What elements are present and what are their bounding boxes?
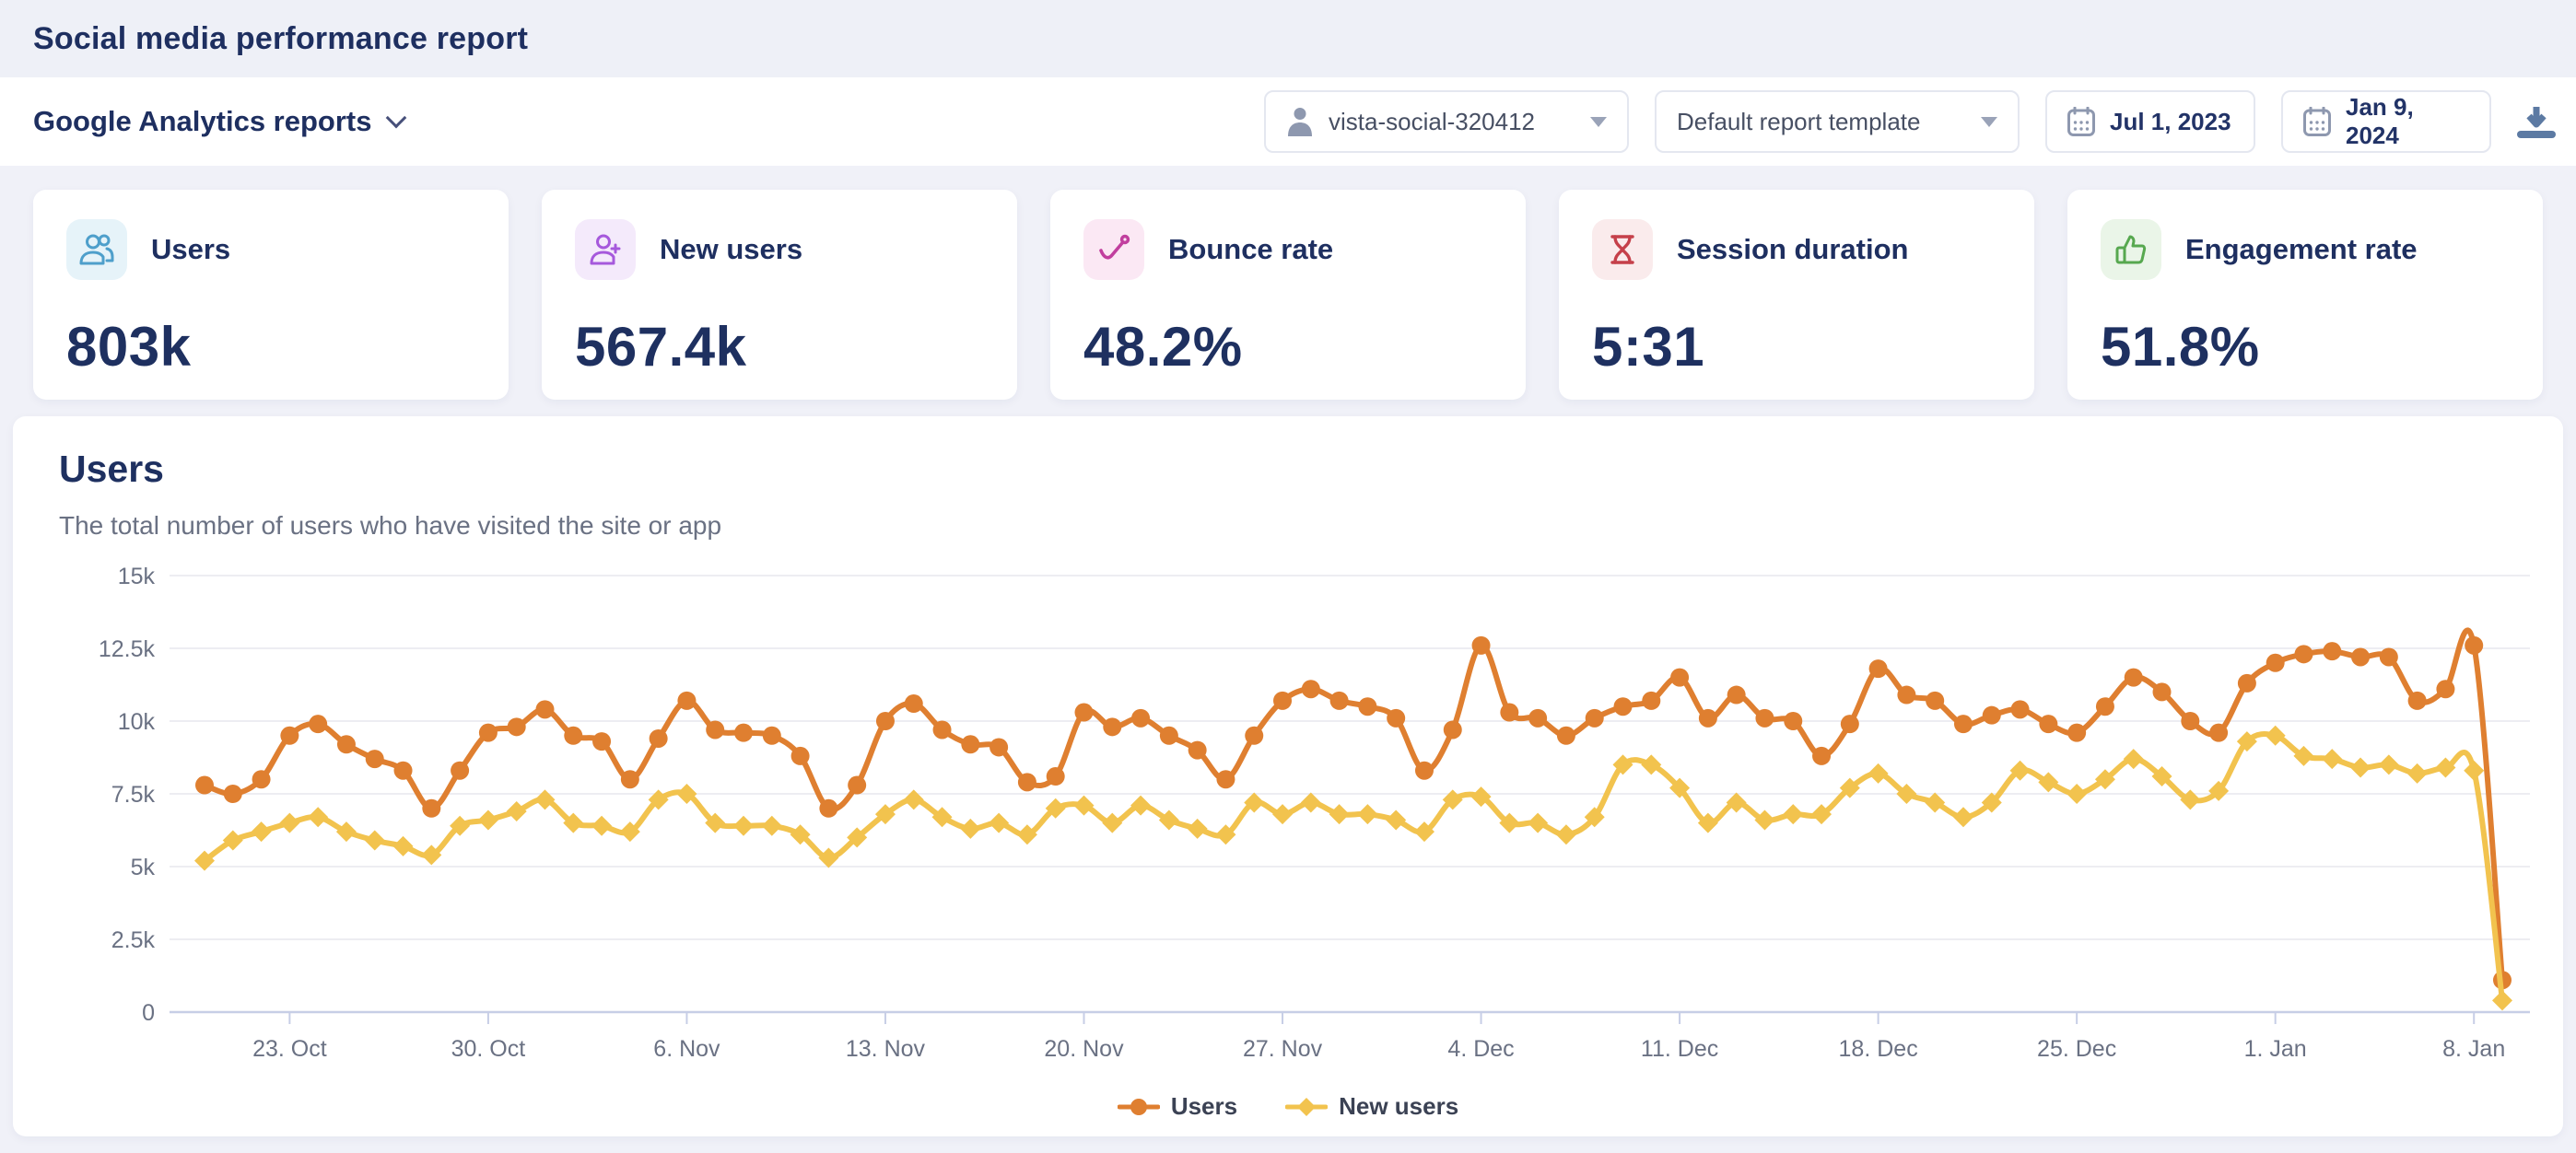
kpi-value: 567.4k <box>575 315 984 379</box>
toolbar: Google Analytics reports vista-social-32… <box>0 77 2576 166</box>
date-from-picker[interactable]: Jul 1, 2023 <box>2045 90 2255 153</box>
user-add-icon <box>575 219 636 280</box>
svg-text:7.5k: 7.5k <box>111 782 156 808</box>
chevron-down-icon <box>385 108 406 129</box>
svg-text:27. Nov: 27. Nov <box>1243 1036 1323 1062</box>
calendar-icon <box>2067 107 2095 136</box>
svg-text:5k: 5k <box>131 855 156 880</box>
svg-text:0: 0 <box>142 1000 155 1026</box>
svg-text:20. Nov: 20. Nov <box>1044 1036 1124 1062</box>
title-bar: Social media performance report <box>0 0 2576 77</box>
date-to-picker[interactable]: Jan 9, 2024 <box>2281 90 2491 153</box>
hourglass-icon <box>1592 219 1653 280</box>
svg-text:2.5k: 2.5k <box>111 927 156 953</box>
profile-select[interactable]: vista-social-320412 <box>1264 90 1629 153</box>
svg-text:11. Dec: 11. Dec <box>1641 1036 1718 1062</box>
svg-text:15k: 15k <box>118 565 156 589</box>
kpi-card-session-duration: Session duration 5:31 <box>1559 190 2034 400</box>
svg-text:25. Dec: 25. Dec <box>2037 1036 2116 1062</box>
kpi-label: Session duration <box>1677 233 1908 266</box>
kpi-label: New users <box>660 233 802 266</box>
users-chart-card: Users The total number of users who have… <box>13 416 2563 1136</box>
chart-canvas[interactable]: 0 2.5k 5k 7.5k 10k 12.5k 15k 23. Oct 30. Oct 6. N… <box>59 565 2517 1090</box>
date-from-value: Jul 1, 2023 <box>2110 108 2231 136</box>
kpi-card-new-users: New users 567.4k <box>542 190 1017 400</box>
kpi-value: 5:31 <box>1592 315 2001 379</box>
calendar-icon <box>2303 107 2331 136</box>
svg-text:6. Nov: 6. Nov <box>653 1036 720 1062</box>
template-select[interactable]: Default report template <box>1655 90 2020 153</box>
profile-select-value: vista-social-320412 <box>1329 108 1575 136</box>
reports-dropdown-label: Google Analytics reports <box>33 105 372 138</box>
kpi-card-users: Users 803k <box>33 190 509 400</box>
svg-text:4. Dec: 4. Dec <box>1447 1036 1514 1062</box>
kpi-label: Bounce rate <box>1168 233 1333 266</box>
users-icon <box>66 219 127 280</box>
legend-label: New users <box>1339 1092 1458 1121</box>
person-icon <box>1286 106 1314 137</box>
chart-legend: Users New users <box>59 1092 2517 1121</box>
page-title: Social media performance report <box>33 21 528 57</box>
legend-item[interactable]: Users <box>1118 1092 1237 1121</box>
legend-marker-circle <box>1118 1095 1160 1119</box>
svg-text:13. Nov: 13. Nov <box>846 1036 926 1062</box>
svg-text:1. Jan: 1. Jan <box>2244 1036 2307 1062</box>
download-report-button[interactable] <box>2517 103 2556 140</box>
svg-text:8. Jan: 8. Jan <box>2442 1036 2505 1062</box>
svg-text:18. Dec: 18. Dec <box>1839 1036 1918 1062</box>
bounce-icon <box>1083 219 1144 280</box>
chart-title: Users <box>59 448 2517 491</box>
kpi-row: Users 803k New users 567.4k Bounce rate … <box>0 166 2576 400</box>
svg-text:23. Oct: 23. Oct <box>252 1036 327 1062</box>
kpi-card-engagement-rate: Engagement rate 51.8% <box>2067 190 2543 400</box>
kpi-value: 48.2% <box>1083 315 1493 379</box>
kpi-value: 803k <box>66 315 475 379</box>
caret-down-icon <box>1590 117 1607 127</box>
legend-item[interactable]: New users <box>1285 1092 1458 1121</box>
reports-dropdown[interactable]: Google Analytics reports <box>33 105 404 138</box>
kpi-label: Engagement rate <box>2185 233 2418 266</box>
date-to-value: Jan 9, 2024 <box>2346 93 2469 150</box>
kpi-card-bounce-rate: Bounce rate 48.2% <box>1050 190 1526 400</box>
toolbar-controls: vista-social-320412 Default report templ… <box>1264 90 2543 153</box>
thumbs-up-icon <box>2101 219 2161 280</box>
kpi-value: 51.8% <box>2101 315 2510 379</box>
kpi-label: Users <box>151 233 230 266</box>
legend-marker-diamond <box>1285 1095 1328 1119</box>
download-icon <box>2517 103 2556 140</box>
svg-text:10k: 10k <box>118 709 156 735</box>
svg-text:12.5k: 12.5k <box>99 636 156 662</box>
legend-label: Users <box>1171 1092 1237 1121</box>
template-select-value: Default report template <box>1677 108 1966 136</box>
svg-text:30. Oct: 30. Oct <box>451 1036 526 1062</box>
caret-down-icon <box>1981 117 1997 127</box>
chart-subtitle: The total number of users who have visit… <box>59 511 2517 541</box>
